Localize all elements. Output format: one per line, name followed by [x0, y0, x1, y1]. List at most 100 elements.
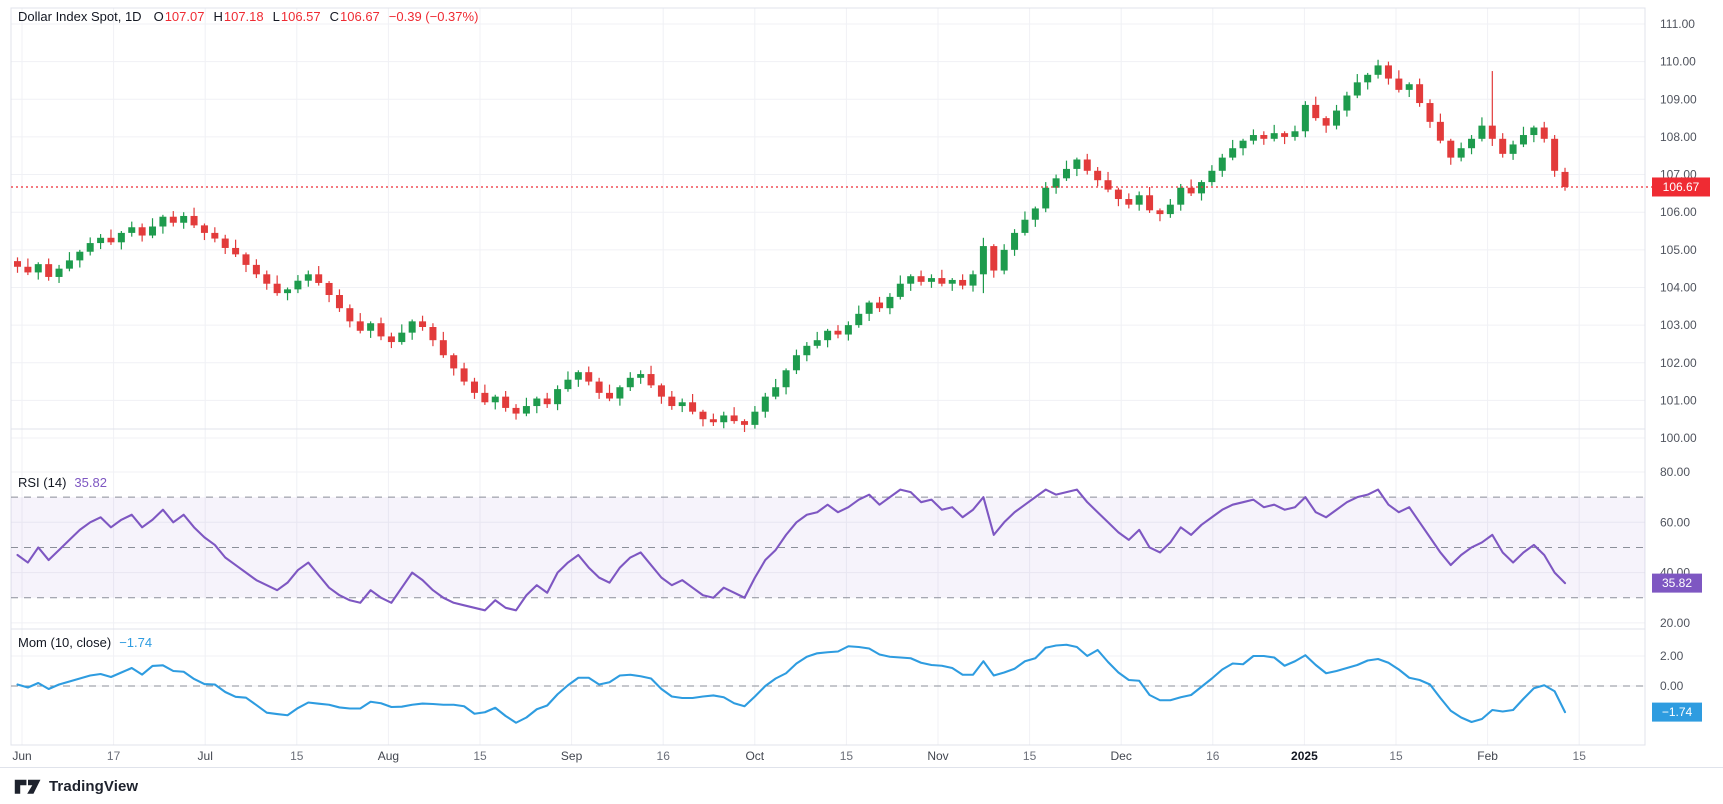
candle — [730, 407, 738, 424]
mom-legend: Mom (10, close) −1.74 — [18, 635, 152, 650]
candle — [387, 332, 395, 349]
candle — [169, 211, 177, 227]
candle — [1509, 140, 1517, 160]
axis-label: 101.00 — [1660, 393, 1697, 407]
time-axis-label: Aug — [378, 749, 399, 763]
time-axis-label: 15 — [840, 749, 854, 763]
candle — [1281, 131, 1289, 145]
axis-label: 108.00 — [1660, 130, 1697, 144]
candle — [34, 262, 42, 280]
time-axis-label: Nov — [927, 749, 948, 763]
candle — [1229, 139, 1237, 161]
candlestick-series[interactable] — [14, 59, 1569, 433]
candle — [1291, 125, 1299, 141]
candle — [408, 319, 416, 340]
candle — [772, 378, 780, 400]
candle — [990, 244, 998, 278]
candle — [938, 269, 946, 287]
candle — [65, 252, 73, 272]
candle — [86, 237, 94, 256]
candle — [304, 270, 312, 287]
candle — [979, 237, 987, 294]
price-scale[interactable]: 111.00110.00109.00108.00107.00106.00105.… — [1652, 17, 1710, 722]
candle — [927, 274, 935, 288]
candle — [502, 390, 510, 412]
candle — [1343, 91, 1351, 117]
time-axis-label: Sep — [561, 749, 583, 763]
candle — [1384, 61, 1392, 85]
rsi-title[interactable]: RSI (14) — [18, 475, 66, 490]
candle — [263, 270, 271, 290]
axis-label: 100.00 — [1660, 431, 1697, 445]
candle — [14, 257, 21, 273]
ohlc-open: O107.07 — [153, 9, 205, 24]
candle — [211, 227, 219, 243]
candle — [813, 331, 821, 349]
time-axis-label: Feb — [1477, 749, 1498, 763]
candle — [1333, 104, 1341, 130]
candle — [782, 368, 790, 395]
candle — [45, 258, 53, 281]
axis-label: 20.00 — [1660, 616, 1690, 630]
rsi-value-badge: 35.82 — [1652, 573, 1702, 593]
axis-label: 0.00 — [1660, 679, 1684, 693]
time-axis-label: 16 — [657, 749, 671, 763]
candle — [377, 317, 385, 341]
time-axis-label: 17 — [107, 749, 121, 763]
candle — [1031, 206, 1039, 227]
candle — [948, 278, 956, 291]
candle — [1052, 174, 1060, 194]
candle — [1312, 96, 1320, 121]
candle — [1249, 129, 1257, 145]
candle — [284, 287, 292, 301]
candle — [1530, 125, 1538, 143]
candle — [917, 270, 925, 286]
candle — [792, 349, 800, 375]
candle — [512, 404, 520, 420]
candle — [1374, 59, 1382, 79]
ohlc-close: C106.67 — [329, 9, 380, 24]
candle — [865, 300, 873, 321]
axis-label: 110.00 — [1660, 55, 1696, 69]
symbol-title[interactable]: Dollar Index Spot, 1D — [18, 9, 142, 24]
candle — [1468, 135, 1476, 155]
change-value: −0.39 (−0.37%) — [388, 9, 479, 24]
time-axis-label: 15 — [473, 749, 487, 763]
candle — [419, 315, 427, 331]
candle — [1426, 99, 1434, 128]
svg-text:−1.74: −1.74 — [1662, 705, 1693, 719]
time-scale[interactable]: Jun 17 Jul 15 Aug 15 Sep 16 Oct 15 Nov 15 Dec 16 2025 1… — [12, 749, 1586, 763]
ohlc-low: L106.57 — [272, 9, 321, 24]
candle — [470, 377, 478, 399]
candle — [117, 231, 125, 250]
candle — [1021, 211, 1029, 236]
candle — [637, 370, 645, 384]
time-axis-label: 16 — [1206, 749, 1220, 763]
candle — [699, 409, 707, 427]
candle — [1125, 193, 1133, 209]
axis-label: 105.00 — [1660, 243, 1697, 257]
gridlines — [11, 8, 1645, 745]
candle — [232, 239, 240, 257]
chart-canvas[interactable]: 111.00110.00109.00108.00107.00106.00105.… — [0, 0, 1723, 803]
candle — [761, 392, 769, 418]
candle — [24, 258, 32, 276]
candle — [1135, 191, 1143, 211]
candle — [803, 342, 811, 362]
tradingview-link[interactable]: TradingView — [14, 777, 138, 795]
candle — [1478, 117, 1486, 142]
candle — [668, 390, 676, 410]
axis-label: 103.00 — [1660, 318, 1697, 332]
candle — [159, 214, 167, 234]
mom-value-badge: −1.74 — [1652, 702, 1702, 722]
candle — [1218, 153, 1226, 177]
candle — [896, 275, 904, 300]
candle — [460, 362, 468, 386]
candle — [1519, 126, 1527, 148]
candle — [1042, 182, 1050, 213]
candle — [481, 384, 489, 405]
candle — [439, 331, 447, 358]
svg-text:35.82: 35.82 — [1662, 576, 1692, 590]
candle — [1353, 74, 1361, 99]
mom-title[interactable]: Mom (10, close) — [18, 635, 111, 650]
